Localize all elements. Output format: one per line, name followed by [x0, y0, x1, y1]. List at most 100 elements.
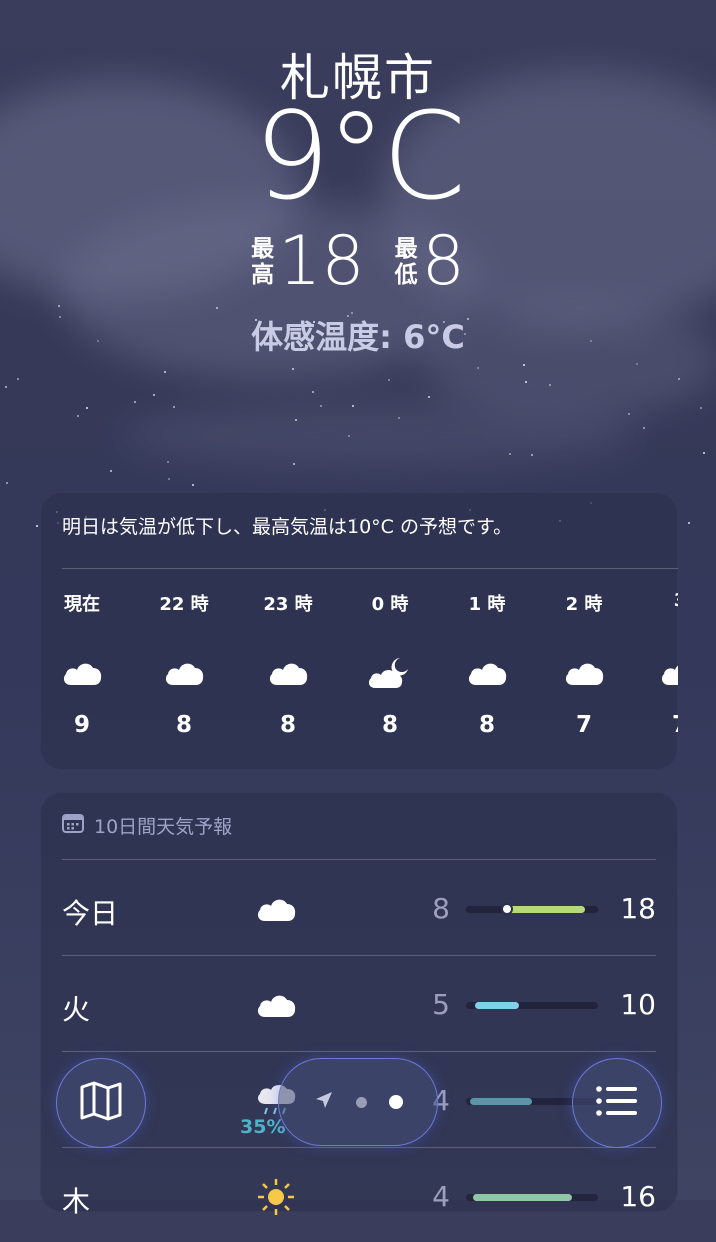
hour-item: 37: [635, 590, 678, 738]
star: [398, 417, 400, 419]
hour-temp: 8: [381, 712, 398, 738]
high-label-top: 最: [251, 236, 275, 262]
high-temp: 10: [620, 988, 656, 1021]
star: [312, 391, 314, 393]
temp-range-fill: [506, 906, 585, 913]
star: [700, 407, 702, 409]
sun-icon: [246, 1172, 306, 1222]
star: [216, 307, 218, 309]
star: [388, 379, 390, 381]
star: [167, 461, 169, 463]
star: [643, 427, 645, 429]
star: [525, 381, 527, 383]
current-temp-dot: [501, 903, 513, 915]
star: [295, 419, 297, 421]
map-icon: [79, 1081, 123, 1125]
star: [636, 363, 638, 365]
hour-temp: 8: [478, 712, 495, 738]
day-row[interactable]: 今日 8 18: [62, 862, 656, 954]
hour-temp: 7: [635, 712, 678, 738]
star: [320, 405, 322, 407]
location-arrow-icon[interactable]: [314, 1090, 334, 1114]
high-temp: 最高 18: [251, 228, 365, 296]
divider: [62, 568, 678, 569]
divider: [62, 1147, 656, 1148]
low-label-top: 最: [394, 236, 418, 262]
ten-day-header: 10日間天気予報: [62, 812, 232, 839]
divider: [62, 955, 656, 956]
low-temp: 最低 8: [395, 228, 465, 296]
city-list-button[interactable]: [572, 1058, 662, 1148]
high-value: 18: [278, 222, 365, 301]
star: [688, 522, 690, 524]
day-label: 木: [62, 1185, 91, 1218]
hour-temp: 8: [175, 712, 192, 738]
temp-range-bar: [466, 1002, 598, 1009]
star: [6, 482, 8, 484]
hour-item: 現在 9: [40, 590, 127, 738]
low-temp: 5: [432, 988, 450, 1021]
temp-range-bar: [466, 903, 598, 915]
feels-like: 体感温度: 6°C: [251, 318, 465, 356]
star: [428, 396, 430, 398]
cloud-icon: [246, 884, 306, 934]
day-label: 火: [62, 993, 91, 1026]
hour-temp: 9: [73, 712, 90, 738]
cloud-icon: [40, 638, 127, 708]
star: [5, 386, 7, 388]
star: [549, 384, 551, 386]
star: [352, 405, 354, 407]
star: [86, 407, 88, 409]
high-temp: 16: [620, 1180, 656, 1213]
low-temp: 8: [432, 892, 450, 925]
calendar-icon: [62, 813, 84, 838]
star: [509, 453, 511, 455]
cloud-icon: [442, 638, 532, 708]
day-label: 今日: [62, 897, 119, 930]
ten-day-forecast-card[interactable]: 10日間天気予報 今日 8 18 火 5 10 4 35% 木 4 16: [40, 792, 678, 1218]
hour-time: 23 時: [263, 594, 313, 615]
low-value: 8: [421, 222, 465, 301]
moon-cloud-icon: [345, 638, 435, 708]
hour-time: 2 時: [565, 594, 603, 615]
hour-time: 22 時: [159, 594, 209, 615]
page-indicator[interactable]: [278, 1058, 438, 1146]
star: [134, 401, 136, 403]
high-low: 最高 18 最低 8: [0, 228, 716, 296]
hour-temp: 8: [279, 712, 296, 738]
map-button[interactable]: [56, 1058, 146, 1148]
hour-time: 現在: [64, 594, 100, 615]
star: [531, 454, 533, 456]
star: [703, 452, 705, 454]
divider: [62, 1051, 656, 1052]
hour-item: 1 時 8: [442, 590, 532, 738]
star: [110, 470, 112, 472]
star: [77, 415, 79, 417]
hour-time: 0 時: [371, 594, 409, 615]
star: [168, 478, 170, 480]
star: [192, 484, 194, 486]
hour-time: 1 時: [468, 594, 506, 615]
star: [628, 413, 630, 415]
star: [477, 367, 479, 369]
hourly-list[interactable]: 現在922 時823 時80 時81 時82 時737: [40, 590, 678, 750]
cloud-icon: [635, 638, 678, 708]
star: [58, 305, 60, 307]
hour-item: 23 時 8: [243, 590, 333, 738]
star: [678, 378, 680, 380]
star: [293, 463, 295, 465]
current-temperature: 9°C: [253, 88, 466, 227]
page-dot[interactable]: [355, 1096, 367, 1108]
hourly-summary: 明日は気温が低下し、最高気温は10°C の予想です。: [62, 516, 513, 538]
star: [17, 378, 19, 380]
low-label-bottom: 低: [394, 262, 418, 288]
day-row[interactable]: 木 4 16: [62, 1150, 656, 1242]
star: [292, 368, 294, 370]
day-row[interactable]: 火 5 10: [62, 958, 656, 1050]
temp-range-fill: [475, 1002, 519, 1009]
cloud-icon: [139, 638, 229, 708]
hour-temp: 7: [575, 712, 592, 738]
page-dot-active[interactable]: [388, 1095, 403, 1109]
hourly-forecast-card[interactable]: 明日は気温が低下し、最高気温は10°C の予想です。 現在 9 22 時 8 23 時 8…: [40, 492, 678, 770]
hour-item: 2 時 7: [539, 590, 629, 738]
